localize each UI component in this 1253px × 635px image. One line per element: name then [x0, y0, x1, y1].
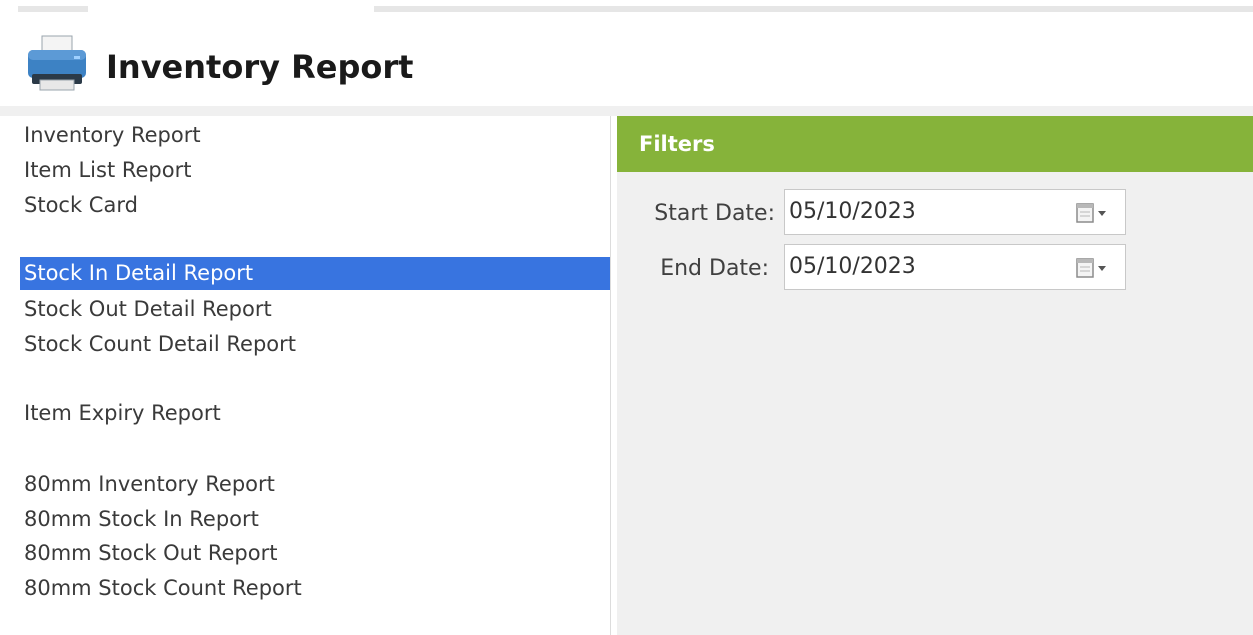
report-item-stock-out-detail-report[interactable]: Stock Out Detail Report — [20, 294, 610, 324]
report-item-stock-count-detail-report[interactable]: Stock Count Detail Report — [20, 329, 610, 359]
header-divider — [0, 106, 1253, 116]
report-item-stock-in-detail-report[interactable]: Stock In Detail Report — [20, 257, 610, 290]
page-title: Inventory Report — [106, 48, 414, 86]
filters-header: Filters — [617, 116, 1253, 172]
filters-panel: Filters Start Date: 05/10/2023 End Date:… — [617, 116, 1253, 635]
report-item-item-expiry-report[interactable]: Item Expiry Report — [20, 398, 610, 428]
report-item-80mm-stock-out-report[interactable]: 80mm Stock Out Report — [20, 538, 610, 568]
end-date-label: End Date: — [660, 256, 769, 281]
tab-strip-segment — [374, 6, 1253, 12]
end-date-value[interactable]: 05/10/2023 — [789, 254, 916, 279]
inventory-report-window: Inventory Report Inventory Report Item L… — [0, 0, 1253, 635]
report-item-80mm-stock-in-report[interactable]: 80mm Stock In Report — [20, 504, 610, 534]
tab-strip-segment — [18, 6, 88, 12]
report-list[interactable]: Inventory Report Item List Report Stock … — [14, 116, 611, 635]
start-date-field[interactable]: 05/10/2023 — [784, 189, 1126, 235]
printer-icon — [28, 35, 86, 91]
report-item-stock-card[interactable]: Stock Card — [20, 190, 610, 220]
start-date-value[interactable]: 05/10/2023 — [789, 199, 916, 224]
page-header: Inventory Report — [0, 30, 1253, 106]
end-date-field[interactable]: 05/10/2023 — [784, 244, 1126, 290]
calendar-dropdown-icon[interactable] — [1075, 201, 1115, 225]
report-item-80mm-inventory-report[interactable]: 80mm Inventory Report — [20, 469, 610, 499]
top-tab-strip — [0, 0, 1253, 14]
report-item-inventory-report[interactable]: Inventory Report — [20, 120, 610, 150]
filters-title: Filters — [639, 132, 715, 156]
start-date-label: Start Date: — [654, 201, 775, 226]
report-item-80mm-stock-count-report[interactable]: 80mm Stock Count Report — [20, 573, 610, 603]
report-item-item-list-report[interactable]: Item List Report — [20, 155, 610, 185]
calendar-dropdown-icon[interactable] — [1075, 256, 1115, 280]
